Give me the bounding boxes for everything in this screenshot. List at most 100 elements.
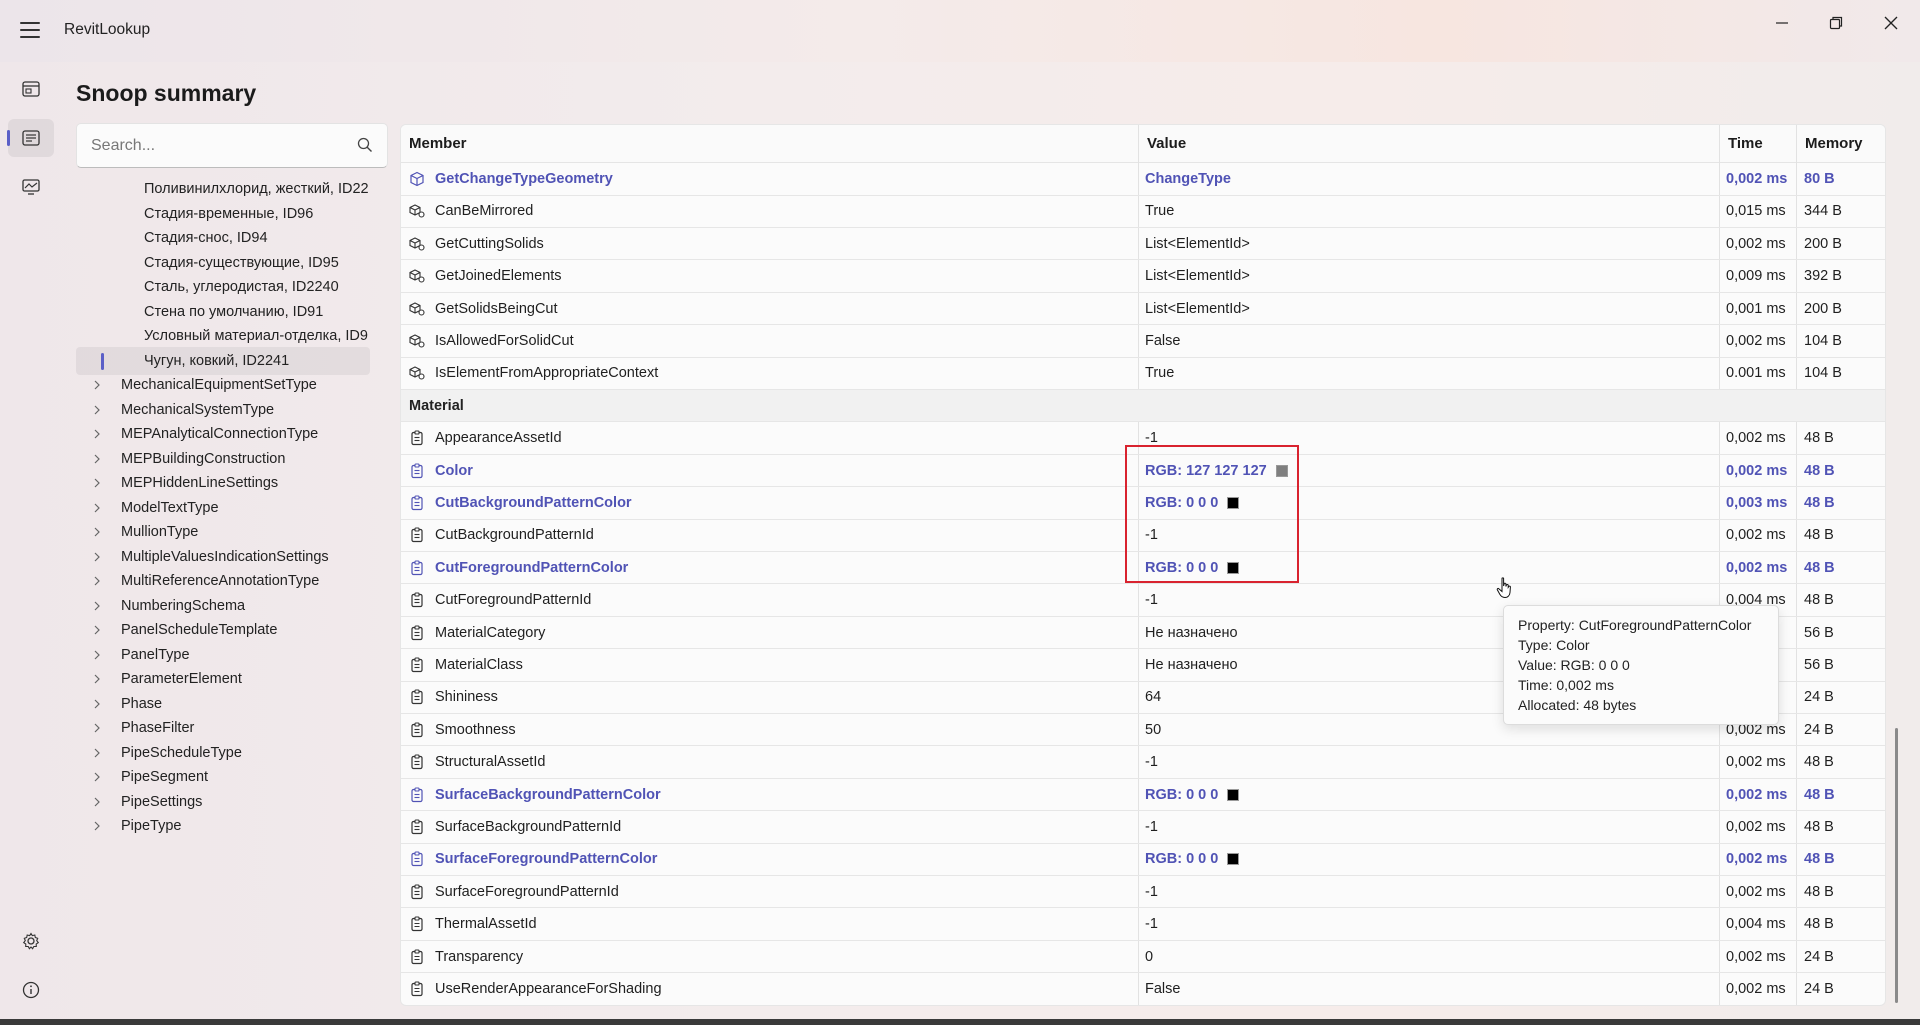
chevron-right-icon[interactable] [93,527,101,537]
tree-item-label: Стадия-существующие, ID95 [144,254,339,271]
member-cell: AppearanceAssetId [401,422,1138,454]
search-icon[interactable] [357,137,373,157]
chevron-right-icon[interactable] [93,797,101,807]
value-cell: -1 [1139,422,1719,454]
tree-item-label: Phase [121,695,163,712]
memory-cell: 48 B [1804,819,1834,835]
table-row[interactable]: CutForegroundPatternColor RGB: 0 0 0 0,002… [401,552,1885,585]
chevron-right-icon[interactable] [93,380,101,390]
value-cell: 0 [1139,941,1719,973]
table-row[interactable]: IsElementFromAppropriateContext True 0.001… [401,357,1885,390]
menu-icon[interactable] [20,22,40,38]
property-icon [411,527,423,543]
property-icon [411,949,423,964]
dashboard-icon[interactable] [8,70,54,108]
chevron-right-icon[interactable] [93,821,101,831]
minimize-icon[interactable] [1759,8,1805,38]
property-icon [411,916,423,932]
table-row[interactable]: IsAllowedForSolidCut False 0,002 ms 104 B [401,325,1885,358]
table-row[interactable]: SurfaceForegroundPatternId -1 0,002 ms 48 B [401,876,1885,909]
tree-item-label: PipeType [121,818,182,834]
settings-gear-icon[interactable] [8,922,54,960]
chevron-right-icon[interactable] [93,454,101,464]
table-row[interactable]: StructuralAssetId -1 0,002 ms 48 B [401,746,1885,779]
restore-icon[interactable] [1813,8,1859,38]
chevron-right-icon[interactable] [93,576,101,586]
chevron-right-icon[interactable] [93,748,101,758]
memory-cell: 48 B [1804,495,1835,511]
table-row[interactable]: GetJoinedElements List<ElementId> 0,009 ms… [401,260,1885,293]
value-text: RGB: 0 0 0 [1145,851,1219,868]
scrollbar-thumb[interactable] [1895,728,1898,1003]
table-row[interactable]: Transparency 0 0,002 ms 24 B [401,941,1885,974]
memory-cell: 48 B [1804,883,1834,900]
value-text: False [1145,333,1181,349]
table-row[interactable]: GetChangeTypeGeometry ChangeType 0,002 ms 8… [401,163,1885,196]
chevron-right-icon[interactable] [93,625,101,635]
column-header-time[interactable]: Time [1720,125,1763,163]
table-row[interactable]: GetCuttingSolids List<ElementId> 0,002 ms 2… [401,228,1885,261]
vertical-scrollbar[interactable] [1894,124,1900,1006]
time-cell: 0,002 ms [1726,948,1786,965]
tree-item-label: PipeScheduleType [121,744,242,761]
memory-cell: 48 B [1804,916,1834,933]
close-icon[interactable] [1868,8,1914,38]
table-row[interactable]: SurfaceForegroundPatternColor RGB: 0 0 0 0… [401,843,1885,876]
member-cell: GetChangeTypeGeometry [401,163,1138,195]
chevron-right-icon[interactable] [93,429,101,439]
table-row[interactable]: Color RGB: 127 127 127 0,002 ms 48 B [401,455,1885,488]
chevron-right-icon[interactable] [93,405,101,415]
app-title: RevitLookup [64,21,151,38]
chevron-right-icon[interactable] [93,478,101,488]
table-row[interactable]: SurfaceBackgroundPatternId -1 0,002 ms 48 B [401,811,1885,844]
value-cell: True [1139,195,1719,227]
table-row[interactable]: CanBeMirrored True 0,015 ms 344 B [401,195,1885,228]
chevron-right-icon[interactable] [93,552,101,562]
tooltip-type: Type: Color [1518,637,1590,653]
cube-icon [410,171,424,187]
info-icon[interactable] [8,971,54,1009]
memory-cell: 24 B [1804,948,1834,965]
memory-cell: 200 B [1804,300,1842,317]
member-cell: GetCuttingSolids [401,228,1138,260]
tree-item-label: MultiReferenceAnnotationType [121,573,320,589]
value-text: List<ElementId> [1145,235,1250,252]
column-header-memory[interactable]: Memory [1797,125,1863,163]
search-box[interactable] [76,123,388,168]
table-row[interactable]: CutBackgroundPatternId -1 0,002 ms 48 B [401,519,1885,552]
search-input[interactable] [77,124,337,167]
table-row[interactable]: CutBackgroundPatternColor RGB: 0 0 0 0,003… [401,487,1885,520]
property-icon [411,981,423,997]
chevron-right-icon[interactable] [93,699,101,709]
monitor-icon[interactable] [8,168,54,206]
table-row[interactable]: AppearanceAssetId -1 0,002 ms 48 B [401,422,1885,455]
column-header-member[interactable]: Member [401,125,467,163]
member-cell: IsElementFromAppropriateContext [401,357,1138,389]
snoop-summary-icon[interactable] [7,119,54,157]
chevron-right-icon[interactable] [93,772,101,782]
tree-item-label: MechanicalEquipmentSetType [121,377,317,393]
color-swatch [1227,788,1240,801]
method-icon [409,269,425,283]
value-text: 64 [1145,689,1162,706]
time-cell: 0,002 ms [1726,786,1788,803]
group-header-row[interactable]: Material [401,389,1885,423]
color-swatch [1227,561,1240,574]
table-row[interactable]: GetSolidsBeingCut List<ElementId> 0,001 ms… [401,293,1885,326]
tree-item[interactable]: PipeType [76,812,370,840]
table-row[interactable]: UseRenderAppearanceForShading False 0,002 … [401,973,1885,1005]
value-text: -1 [1145,819,1158,835]
member-name: IsAllowedForSolidCut [435,333,574,349]
chevron-right-icon[interactable] [93,650,101,660]
member-name: SurfaceBackgroundPatternId [435,819,622,835]
tree-item[interactable]: Условный материал-отделка, ID9 [76,322,370,350]
time-cell: 0,001 ms [1726,300,1786,317]
chevron-right-icon[interactable] [93,503,101,513]
chevron-right-icon[interactable] [93,601,101,611]
chevron-right-icon[interactable] [93,723,101,733]
table-row[interactable]: SurfaceBackgroundPatternColor RGB: 0 0 0 0… [401,779,1885,812]
table-row[interactable]: ThermalAssetId -1 0,004 ms 48 B [401,908,1885,941]
column-header-value[interactable]: Value [1139,125,1186,163]
value-text: List<ElementId> [1145,300,1250,317]
chevron-right-icon[interactable] [93,674,101,684]
